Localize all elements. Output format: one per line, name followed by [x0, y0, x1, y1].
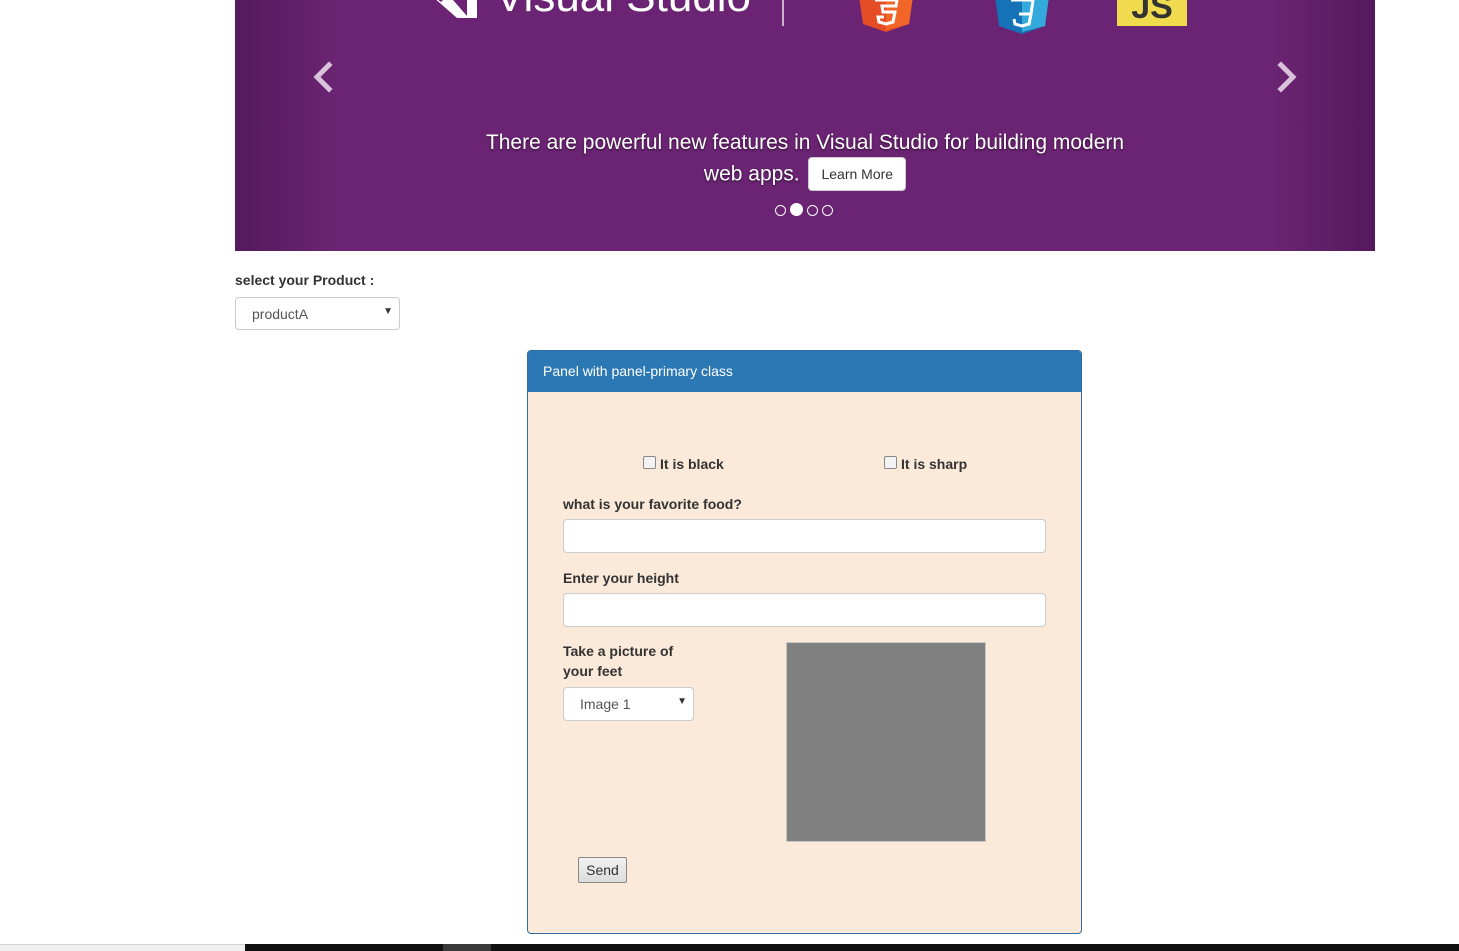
chevron-left-icon	[313, 61, 333, 93]
visual-studio-logo-text: Visual Studio	[495, 0, 751, 22]
css3-icon	[995, 0, 1049, 34]
checkbox-black[interactable]	[643, 456, 656, 469]
product-select[interactable]: productA ▼	[235, 297, 400, 330]
image-preview	[786, 642, 986, 842]
carousel-indicator-1[interactable]	[775, 205, 786, 216]
carousel-indicator-4[interactable]	[822, 205, 833, 216]
carousel-indicator-2[interactable]	[790, 203, 803, 216]
height-input[interactable]	[563, 593, 1046, 627]
feet-photo-label: Take a picture of your feet	[563, 643, 674, 679]
dropdown-arrow-icon: ▼	[677, 696, 687, 707]
carousel-caption-text: There are powerful new features in Visua…	[485, 131, 1125, 186]
learn-more-button[interactable]: Learn More	[808, 157, 907, 191]
visual-studio-logo-icon	[436, 0, 477, 18]
carousel-next-button[interactable]	[1269, 60, 1303, 94]
checkbox-sharp-label: It is sharp	[901, 456, 968, 472]
height-label: Enter your height	[563, 570, 679, 586]
horizontal-scrollbar-thumb[interactable]	[443, 944, 491, 951]
primary-panel: Panel with panel-primary class It is bla…	[527, 350, 1082, 934]
carousel-caption: There are powerful new features in Visua…	[465, 128, 1145, 192]
checkbox-black-label: It is black	[660, 456, 724, 472]
panel-heading: Panel with panel-primary class	[528, 351, 1081, 392]
send-button[interactable]: Send	[578, 857, 627, 883]
horizontal-scrollbar-track[interactable]	[245, 944, 1459, 951]
window-bottom-edge	[0, 944, 245, 951]
html5-icon	[859, 0, 913, 32]
javascript-badge: JS	[1117, 0, 1187, 26]
logo-divider	[782, 0, 784, 26]
carousel-prev-button[interactable]	[307, 60, 341, 94]
image-select[interactable]: Image 1 ▼	[563, 687, 694, 721]
hero-carousel: Visual Studio JS There are powerful new …	[235, 0, 1375, 251]
product-select-label: select your Product :	[235, 272, 375, 288]
favorite-food-label: what is your favorite food?	[563, 496, 742, 512]
product-select-value: productA	[252, 306, 309, 322]
image-select-value: Image 1	[580, 696, 631, 712]
carousel-indicator-3[interactable]	[807, 205, 818, 216]
checkbox-sharp[interactable]	[884, 456, 897, 469]
favorite-food-input[interactable]	[563, 519, 1046, 553]
dropdown-arrow-icon: ▼	[383, 306, 393, 317]
chevron-right-icon	[1277, 61, 1297, 93]
